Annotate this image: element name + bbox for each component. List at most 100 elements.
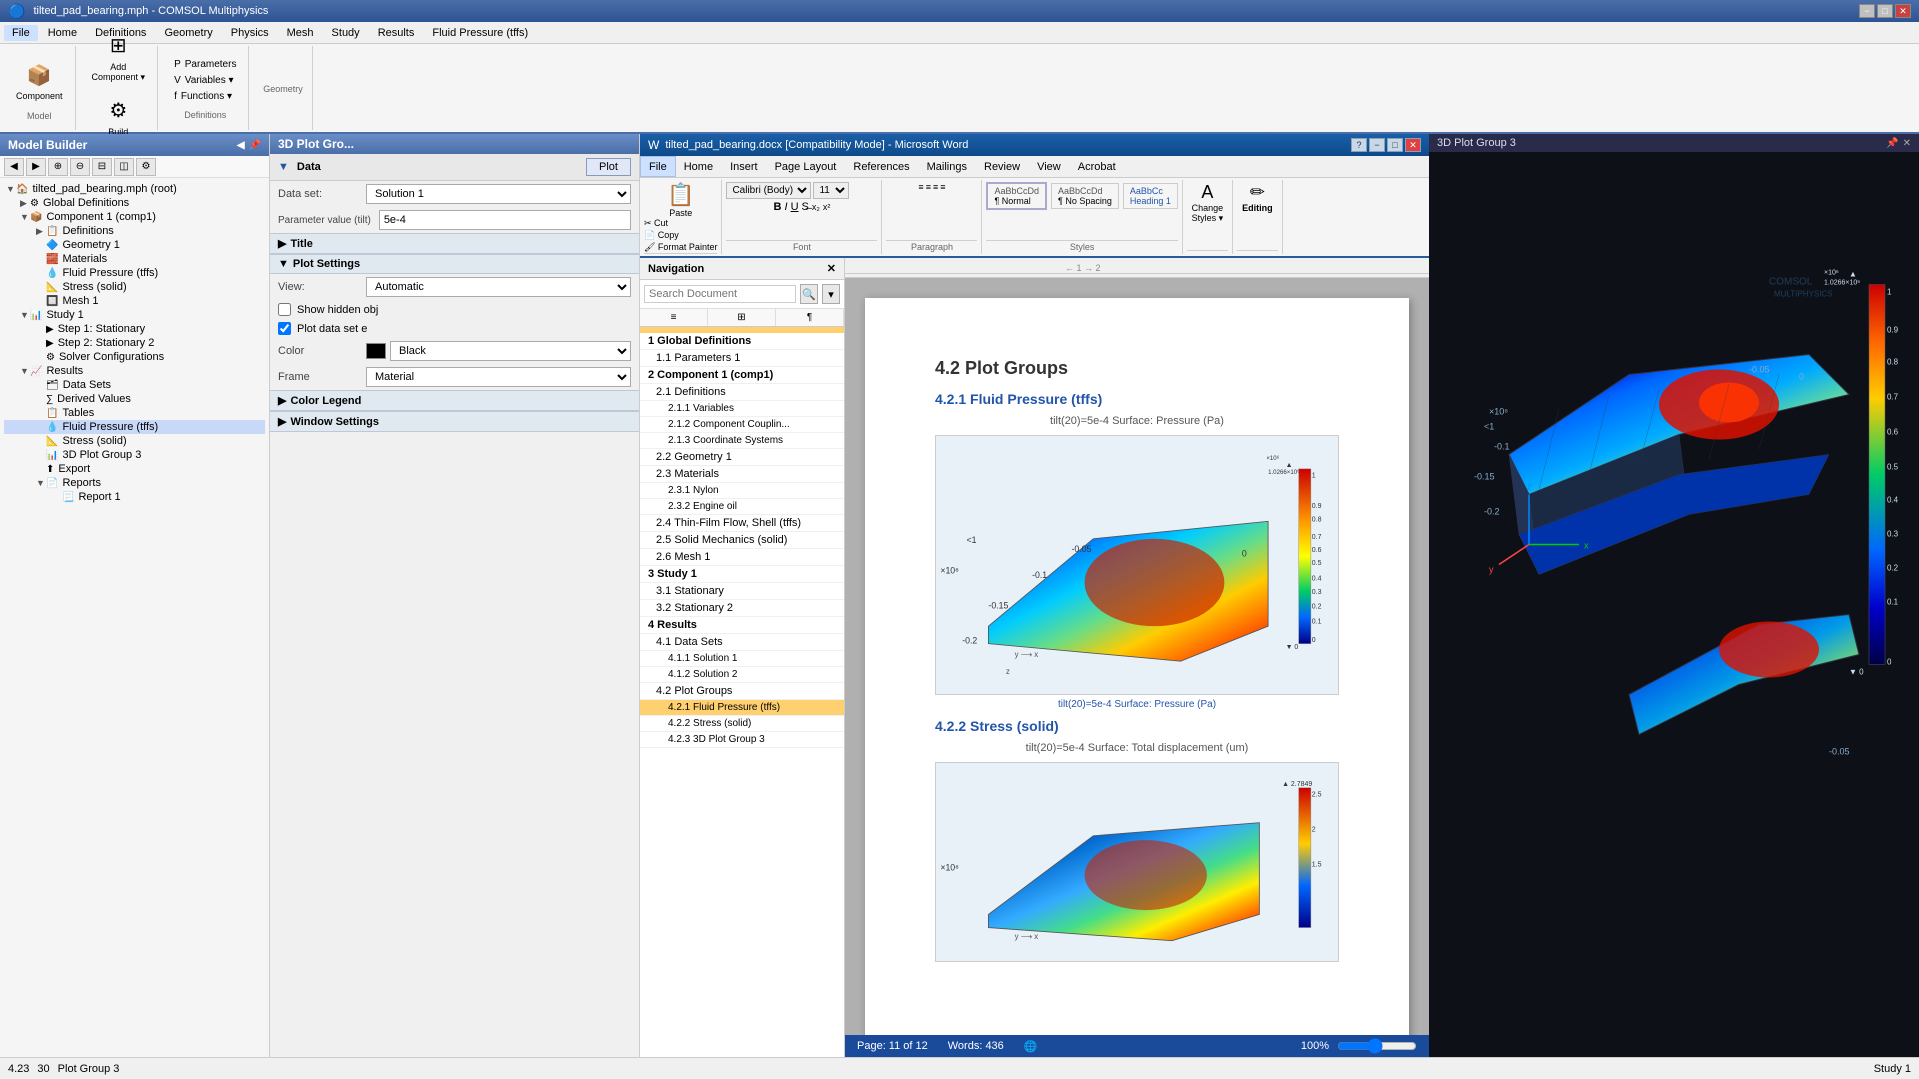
align-left-btn[interactable]: ≡ [918,182,923,192]
font-family-select[interactable]: Calibri (Body) [726,182,811,199]
tree-step1[interactable]: ▶ Step 1: Stationary [4,322,265,336]
dataset-select[interactable]: Solution 1 [366,184,631,204]
nav-tab-pages[interactable]: ⊞ [708,309,776,326]
nav-item-2-1-2[interactable]: 2.1.2 Component Couplin... [640,417,844,433]
tree-result-fluid-pressure[interactable]: 💧 Fluid Pressure (tffs) [4,420,265,434]
tree-result-stress[interactable]: 📐 Stress (solid) [4,434,265,448]
subscript-btn[interactable]: x₂ [812,202,820,212]
font-size-select[interactable]: 11 [813,182,849,199]
expand-all-btn[interactable]: ⊕ [48,158,68,176]
comsol-3d-view[interactable]: COMSOL MULTIPHYSICS [1429,152,1919,1057]
tree-3d-plot-group3[interactable]: 📊 3D Plot Group 3 [4,448,265,462]
tree-geometry1[interactable]: 🔷 Geometry 1 [4,238,265,252]
underline-btn[interactable]: U [791,201,799,213]
view-select[interactable]: Automatic [366,277,631,297]
nav-item-1[interactable]: 1 Global Definitions [640,333,844,350]
change-styles-btn[interactable]: A ChangeStyles ▾ [1192,182,1224,224]
paste-btn[interactable]: 📋 Paste [667,182,694,218]
plot-settings-section-header[interactable]: ▼ Plot Settings [270,254,639,274]
nav-item-4-1-1[interactable]: 4.1.1 Solution 1 [640,651,844,667]
nav-item-2-3[interactable]: 2.3 Materials [640,466,844,483]
menu-physics[interactable]: Physics [223,25,277,41]
tree-study1[interactable]: ▼ 📊 Study 1 [4,308,265,322]
strikethrough-btn[interactable]: S̶ [802,201,809,213]
ribbon-btn-functions[interactable]: f Functions ▾ [170,89,240,104]
title-section-header[interactable]: ▶ Title [270,233,639,254]
zoom-slider[interactable] [1337,1038,1417,1054]
tree-stress[interactable]: 📐 Stress (solid) [4,280,265,294]
word-menu-acrobat[interactable]: Acrobat [1070,156,1125,177]
word-menu-file[interactable]: File [640,156,676,177]
nav-item-2-5[interactable]: 2.5 Solid Mechanics (solid) [640,532,844,549]
plot-btn[interactable]: Plot [586,158,631,176]
model-builder-pin-btn[interactable]: 📌 [249,140,261,151]
word-close-btn[interactable]: ✕ [1405,138,1421,152]
view-node-btn[interactable]: ◫ [114,158,134,176]
style-no-spacing-btn[interactable]: AaBbCcDd ¶ No Spacing [1051,183,1119,209]
frame-select[interactable]: Material [366,367,631,387]
tree-root[interactable]: ▼ 🏠 tilted_pad_bearing.mph (root) [4,182,265,196]
menu-mesh[interactable]: Mesh [279,25,322,41]
nav-item-2-3-2[interactable]: 2.3.2 Engine oil [640,499,844,515]
close-btn[interactable]: ✕ [1895,4,1911,18]
minimize-btn[interactable]: − [1859,4,1875,18]
tree-report1[interactable]: 📃 Report 1 [4,490,265,504]
color-select[interactable]: Black [390,341,631,361]
nav-tab-results[interactable]: ¶ [776,309,844,326]
nav-item-3-2[interactable]: 3.2 Stationary 2 [640,600,844,617]
justify-btn[interactable]: ≡ [940,182,945,192]
nav-back-btn[interactable]: ◀ [4,158,24,176]
tree-solver-configs[interactable]: ⚙ Solver Configurations [4,350,265,364]
nav-item-2[interactable]: 2 Component 1 (comp1) [640,367,844,384]
nav-forward-btn[interactable]: ▶ [26,158,46,176]
titlebar-controls[interactable]: − □ ✕ [1859,4,1911,18]
nav-item-4-2-1[interactable]: 4.2.1 Fluid Pressure (tffs) [640,700,844,716]
tree-global-defs[interactable]: ▶ ⚙ Global Definitions [4,196,265,210]
comsol-panel-close-btn[interactable]: ✕ [1903,138,1911,149]
format-painter-btn[interactable]: 🖌 Format Painter [644,242,717,253]
show-hidden-checkbox[interactable] [278,303,291,316]
split-view-btn[interactable]: ⊟ [92,158,112,176]
collapse-all-btn[interactable]: ⊖ [70,158,90,176]
tree-derived-values[interactable]: ∑ Derived Values [4,392,265,406]
editing-btn[interactable]: ✏ Editing [1242,182,1273,213]
menu-geometry[interactable]: Geometry [156,25,220,41]
nav-item-4-2[interactable]: 4.2 Plot Groups [640,683,844,700]
copy-btn[interactable]: 📄 Copy [644,230,717,241]
word-menu-view[interactable]: View [1029,156,1070,177]
word-menu-insert[interactable]: Insert [722,156,767,177]
tree-export[interactable]: ⬆ Export [4,462,265,476]
align-right-btn[interactable]: ≡ [933,182,938,192]
tree-component1[interactable]: ▼ 📦 Component 1 (comp1) [4,210,265,224]
nav-item-3-1[interactable]: 3.1 Stationary [640,583,844,600]
nav-item-4-2-2[interactable]: 4.2.2 Stress (solid) [640,716,844,732]
superscript-btn[interactable]: x² [823,202,831,212]
model-builder-collapse-btn[interactable]: ◀ [237,140,245,151]
word-menu-page-layout[interactable]: Page Layout [767,156,846,177]
nav-search-btn[interactable]: 🔍 [800,284,818,304]
menu-home[interactable]: Home [40,25,85,41]
window-settings-section-header[interactable]: ▶ Window Settings [270,411,639,432]
nav-item-3[interactable]: 3 Study 1 [640,566,844,583]
nav-search-options-btn[interactable]: ▾ [822,284,840,304]
word-restore-btn[interactable]: □ [1387,138,1403,152]
plot-dataset-checkbox[interactable] [278,322,291,335]
style-normal-btn[interactable]: AaBbCcDd ¶ Normal [986,182,1047,210]
nav-item-4[interactable]: 4 Results [640,617,844,634]
word-window-controls[interactable]: ? − □ ✕ [1351,138,1421,152]
menu-results[interactable]: Results [370,25,423,41]
nav-item-4-2-3[interactable]: 4.2.3 3D Plot Group 3 [640,732,844,748]
tree-datasets[interactable]: 🗂 Data Sets [4,378,265,392]
align-center-btn[interactable]: ≡ [926,182,931,192]
tree-step2[interactable]: ▶ Step 2: Stationary 2 [4,336,265,350]
menu-file[interactable]: File [4,25,38,41]
nav-item-1-1[interactable]: 1.1 Parameters 1 [640,350,844,367]
model-settings-btn[interactable]: ⚙ [136,158,156,176]
tree-definitions[interactable]: ▶ 📋 Definitions [4,224,265,238]
word-menu-mailings[interactable]: Mailings [919,156,976,177]
nav-item-2-1-1[interactable]: 2.1.1 Variables [640,401,844,417]
parameter-input[interactable] [379,210,631,230]
nav-tab-headings[interactable]: ≡ [640,309,708,326]
word-minimize-btn[interactable]: − [1369,138,1385,152]
nav-close-btn[interactable]: ✕ [827,262,836,275]
